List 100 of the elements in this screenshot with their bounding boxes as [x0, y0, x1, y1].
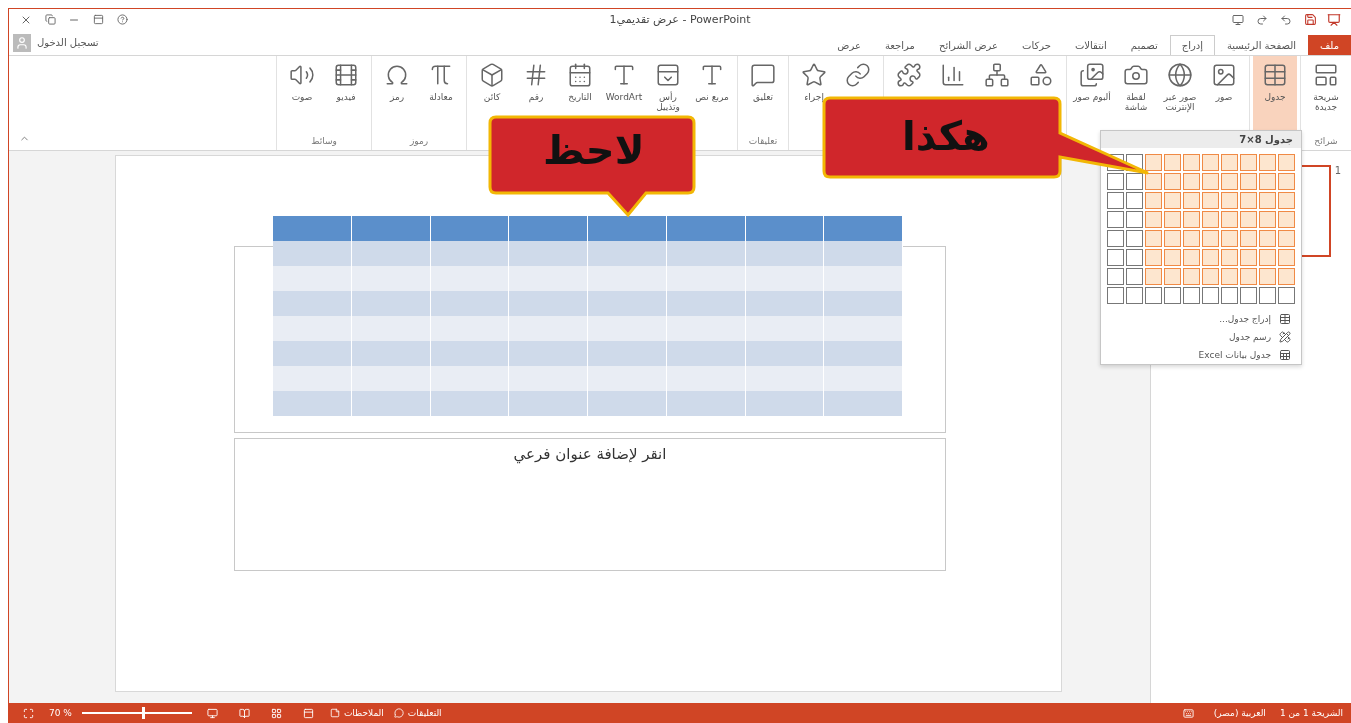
ribbon-tab[interactable]: تصميم [1118, 35, 1170, 55]
grid-cell[interactable] [1202, 211, 1219, 228]
grid-cell[interactable] [1202, 173, 1219, 190]
grid-cell[interactable] [1240, 287, 1257, 304]
language-label[interactable]: العربية (مصر) [1213, 708, 1266, 718]
grid-cell[interactable] [1183, 268, 1200, 285]
grid-cell[interactable] [1107, 211, 1124, 228]
grid-cell[interactable] [1145, 173, 1162, 190]
ribbon-button[interactable]: مربع نص [690, 56, 734, 136]
grid-cell[interactable] [1278, 154, 1295, 171]
grid-cell[interactable] [1145, 249, 1162, 266]
ribbon-tab[interactable]: مراجعة [872, 35, 927, 55]
zoom-thumb[interactable] [142, 707, 146, 719]
grid-cell[interactable] [1107, 192, 1124, 209]
grid-cell[interactable] [1145, 211, 1162, 228]
grid-cell[interactable] [1183, 192, 1200, 209]
grid-cell[interactable] [1278, 173, 1295, 190]
grid-cell[interactable] [1183, 230, 1200, 247]
subtitle-placeholder[interactable]: انقر لإضافة عنوان فرعي [234, 438, 946, 571]
ribbon-button[interactable]: تعليق [741, 56, 785, 136]
ribbon-button[interactable]: رأس وتذييل [646, 56, 690, 136]
grid-cell[interactable] [1126, 192, 1143, 209]
grid-cell[interactable] [1202, 154, 1219, 171]
grid-cell[interactable] [1107, 230, 1124, 247]
grid-cell[interactable] [1126, 287, 1143, 304]
grid-cell[interactable] [1164, 154, 1181, 171]
grid-cell[interactable] [1278, 249, 1295, 266]
grid-cell[interactable] [1259, 287, 1276, 304]
grid-cell[interactable] [1183, 154, 1200, 171]
grid-cell[interactable] [1278, 287, 1295, 304]
grid-cell[interactable] [1164, 249, 1181, 266]
grid-cell[interactable] [1240, 268, 1257, 285]
grid-cell[interactable] [1240, 230, 1257, 247]
grid-cell[interactable] [1259, 173, 1276, 190]
grid-cell[interactable] [1164, 268, 1181, 285]
grid-cell[interactable] [1202, 268, 1219, 285]
grid-cell[interactable] [1126, 211, 1143, 228]
menu-item[interactable]: جدول بيانات Excel [1101, 346, 1301, 364]
grid-cell[interactable] [1278, 192, 1295, 209]
sign-in-link[interactable]: تسجيل الدخول [13, 33, 99, 52]
grid-cell[interactable] [1107, 287, 1124, 304]
grid-cell[interactable] [1221, 192, 1238, 209]
grid-cell[interactable] [1278, 268, 1295, 285]
zoom-level[interactable]: 70 % [49, 708, 72, 718]
grid-cell[interactable] [1107, 268, 1124, 285]
comments-button[interactable]: التعليقات [393, 708, 442, 718]
grid-cell[interactable] [1126, 173, 1143, 190]
grid-cell[interactable] [1259, 154, 1276, 171]
grid-cell[interactable] [1164, 287, 1181, 304]
grid-cell[interactable] [1221, 287, 1238, 304]
grid-cell[interactable] [1164, 192, 1181, 209]
ribbon-tab[interactable]: عرض الشرائح [926, 35, 1010, 55]
grid-cell[interactable] [1202, 230, 1219, 247]
grid-cell[interactable] [1126, 268, 1143, 285]
ribbon-button[interactable]: شريحة جديدة [1304, 56, 1348, 136]
ribbon-button[interactable]: رمز [375, 56, 419, 136]
file-tab[interactable]: ملف [1307, 35, 1351, 55]
grid-cell[interactable] [1202, 249, 1219, 266]
ribbon-button[interactable]: كائن [470, 56, 514, 136]
grid-cell[interactable] [1183, 211, 1200, 228]
grid-cell[interactable] [1221, 211, 1238, 228]
grid-cell[interactable] [1221, 268, 1238, 285]
ribbon-tab[interactable]: حركات [1010, 35, 1063, 55]
grid-cell[interactable] [1107, 173, 1124, 190]
grid-cell[interactable] [1221, 154, 1238, 171]
ribbon-button[interactable]: صوت [280, 56, 324, 136]
grid-cell[interactable] [1240, 249, 1257, 266]
ribbon-button[interactable]: معادلة [419, 56, 463, 136]
ribbon-tab[interactable]: الصفحة الرئيسية [1214, 35, 1308, 55]
grid-cell[interactable] [1145, 230, 1162, 247]
grid-cell[interactable] [1240, 192, 1257, 209]
grid-cell[interactable] [1126, 230, 1143, 247]
grid-cell[interactable] [1126, 249, 1143, 266]
grid-cell[interactable] [1183, 249, 1200, 266]
grid-cell[interactable] [1183, 287, 1200, 304]
grid-cell[interactable] [1183, 173, 1200, 190]
grid-cell[interactable] [1202, 192, 1219, 209]
ribbon-tab[interactable]: انتقالات [1062, 35, 1119, 55]
grid-cell[interactable] [1202, 287, 1219, 304]
notes-button[interactable]: الملاحظات [329, 708, 384, 718]
grid-cell[interactable] [1240, 173, 1257, 190]
grid-cell[interactable] [1164, 211, 1181, 228]
grid-cell[interactable] [1240, 154, 1257, 171]
grid-cell[interactable] [1259, 249, 1276, 266]
ribbon-tab[interactable]: عرض [825, 35, 873, 55]
menu-item[interactable]: رسم جدول [1101, 328, 1301, 346]
grid-cell[interactable] [1221, 249, 1238, 266]
grid-cell[interactable] [1145, 287, 1162, 304]
grid-cell[interactable] [1164, 230, 1181, 247]
grid-cell[interactable] [1259, 230, 1276, 247]
grid-cell[interactable] [1259, 268, 1276, 285]
grid-cell[interactable] [1145, 192, 1162, 209]
grid-cell[interactable] [1259, 211, 1276, 228]
ribbon-tab[interactable]: إدراج [1169, 35, 1215, 55]
grid-cell[interactable] [1240, 211, 1257, 228]
grid-cell[interactable] [1259, 192, 1276, 209]
grid-cell[interactable] [1221, 230, 1238, 247]
grid-cell[interactable] [1221, 173, 1238, 190]
grid-cell[interactable] [1164, 173, 1181, 190]
ribbon-button[interactable]: إجراء [792, 56, 836, 136]
